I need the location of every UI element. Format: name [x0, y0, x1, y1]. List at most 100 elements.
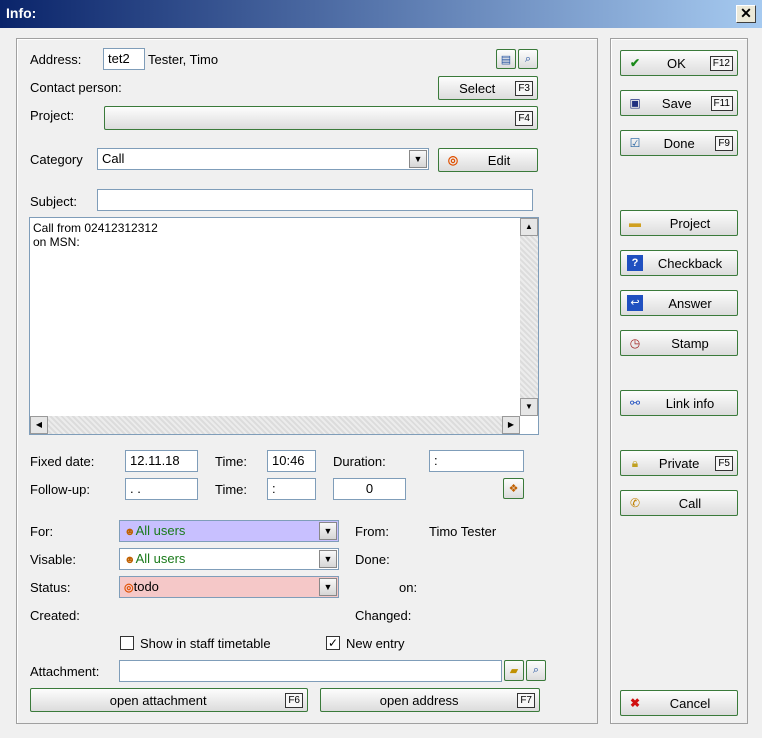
save-button[interactable]: ▣ Save F11	[620, 90, 738, 116]
checkback-label: Checkback	[657, 255, 723, 271]
magnifier-icon: ⌕	[532, 664, 540, 676]
visible-value: All users	[135, 551, 186, 566]
private-label: Private	[658, 455, 700, 471]
staff-timetable-label: Show in staff timetable	[140, 636, 271, 651]
notes-line: on MSN:	[33, 235, 80, 249]
stamp-label: Stamp	[671, 335, 709, 351]
side-project-label: Project	[669, 215, 711, 231]
fixed-date-label: Fixed date:	[30, 454, 95, 469]
checkback-button[interactable]: ? Checkback	[620, 250, 738, 276]
attachment-label: Attachment:	[30, 664, 100, 679]
project-picker[interactable]: F4	[104, 106, 538, 130]
staff-timetable-checkbox[interactable]	[120, 636, 134, 650]
visible-label: Visable:	[30, 552, 77, 567]
new-entry-label: New entry	[346, 636, 405, 651]
close-button[interactable]: ✕	[736, 5, 756, 23]
call-button[interactable]: ✆ Call	[620, 490, 738, 516]
followup-time-input[interactable]: :	[267, 478, 316, 500]
link-icon: ⚯	[629, 396, 641, 410]
status-value: todo	[133, 579, 159, 594]
category-dropdown[interactable]: Call ▼	[97, 148, 429, 170]
notes-textarea[interactable]: Call from 02412312312 on MSN: ▲ ▼ ◀ ▶	[29, 217, 539, 435]
card-icon: ▤	[500, 53, 512, 66]
private-key: F5	[715, 455, 733, 471]
title-bar	[0, 0, 762, 28]
cross-icon: ✖	[629, 696, 641, 710]
time-input[interactable]: 10:46	[267, 450, 316, 472]
floppy-icon: ▣	[629, 96, 641, 110]
stamp-button[interactable]: ◷ Stamp	[620, 330, 738, 356]
open-address-button[interactable]: open address F7	[320, 688, 540, 712]
open-address-label: open address	[379, 692, 459, 708]
horizontal-scrollbar[interactable]: ◀ ▶	[30, 416, 520, 434]
phone-icon: ✆	[629, 496, 641, 510]
followup-date-input[interactable]: . .	[125, 478, 198, 500]
edit-label: Edit	[487, 152, 511, 168]
answer-button[interactable]: ↩ Answer	[620, 290, 738, 316]
followup-count-input[interactable]: 0	[333, 478, 406, 500]
time-label: Time:	[215, 454, 248, 469]
chevron-down-icon: ▼	[319, 550, 337, 568]
attachment-input[interactable]	[119, 660, 502, 682]
vertical-scrollbar[interactable]: ▲ ▼	[520, 218, 538, 416]
cancel-button[interactable]: ✖ Cancel	[620, 690, 738, 716]
fixed-date-input[interactable]: 12.11.18	[125, 450, 198, 472]
new-entry-checkbox[interactable]: ✓	[326, 636, 340, 650]
done-label: Done:	[355, 552, 390, 567]
lock-icon: 🔒︎	[631, 456, 639, 470]
project-key: F4	[515, 110, 533, 126]
visible-dropdown[interactable]: ☻All users ▼	[119, 548, 339, 570]
question-icon: ?	[627, 255, 643, 271]
chevron-down-icon: ▼	[409, 150, 427, 168]
address-card-button[interactable]: ▤	[496, 49, 516, 69]
contact-select-button[interactable]: Select F3	[438, 76, 538, 100]
select-key: F3	[515, 80, 533, 96]
for-label: For:	[30, 524, 54, 539]
scroll-right-icon[interactable]: ▶	[502, 416, 520, 434]
status-ring-icon: ◎	[124, 582, 134, 594]
followup-time-label: Time:	[215, 482, 248, 497]
address-search-button[interactable]: ⌕	[518, 49, 538, 69]
subject-input[interactable]	[97, 189, 533, 211]
wizard-icon: ❖	[508, 483, 519, 495]
chevron-down-icon: ▼	[319, 522, 337, 540]
from-label: From:	[355, 524, 389, 539]
status-label: Status:	[30, 580, 71, 595]
edit-ring-icon: ◎	[447, 153, 459, 167]
open-attachment-button[interactable]: open attachment F6	[30, 688, 308, 712]
address-code-field[interactable]: tet2	[103, 48, 145, 70]
subject-label: Subject:	[30, 194, 77, 209]
followup-wizard-button[interactable]: ❖	[503, 478, 524, 499]
open-attachment-key: F6	[285, 692, 303, 708]
done-button[interactable]: ☑ Done F9	[620, 130, 738, 156]
created-label: Created:	[30, 608, 80, 623]
status-dropdown[interactable]: ◎todo ▼	[119, 576, 339, 598]
scroll-down-icon[interactable]: ▼	[520, 398, 538, 416]
select-label: Select	[459, 80, 496, 96]
ok-label: OK	[666, 55, 686, 71]
magnifier-icon: ⌕	[524, 52, 532, 65]
save-label: Save	[661, 95, 692, 111]
for-value: All users	[135, 523, 186, 538]
changed-label: Changed:	[355, 608, 412, 623]
category-edit-button[interactable]: ◎ Edit	[438, 148, 538, 172]
call-label: Call	[678, 495, 702, 511]
scroll-up-icon[interactable]: ▲	[520, 218, 538, 236]
for-dropdown[interactable]: ☻All users ▼	[119, 520, 339, 542]
link-info-button[interactable]: ⚯ Link info	[620, 390, 738, 416]
done-label-text: Done	[663, 135, 695, 151]
users-icon: ☻	[124, 554, 136, 566]
folder-open-icon: ▰	[509, 665, 519, 677]
attachment-search-button[interactable]: ⌕	[526, 660, 546, 681]
scroll-left-icon[interactable]: ◀	[30, 416, 48, 434]
save-key: F11	[710, 95, 733, 111]
answer-label: Answer	[668, 295, 712, 311]
window-title: Info:	[6, 5, 37, 21]
side-project-button[interactable]: ▬ Project	[620, 210, 738, 236]
ok-key: F12	[709, 55, 733, 71]
attachment-browse-button[interactable]: ▰	[504, 660, 524, 681]
duration-input[interactable]: :	[429, 450, 524, 472]
checkmark-icon: ✔	[629, 56, 641, 70]
ok-button[interactable]: ✔ OK F12	[620, 50, 738, 76]
private-button[interactable]: 🔒︎ Private F5	[620, 450, 738, 476]
